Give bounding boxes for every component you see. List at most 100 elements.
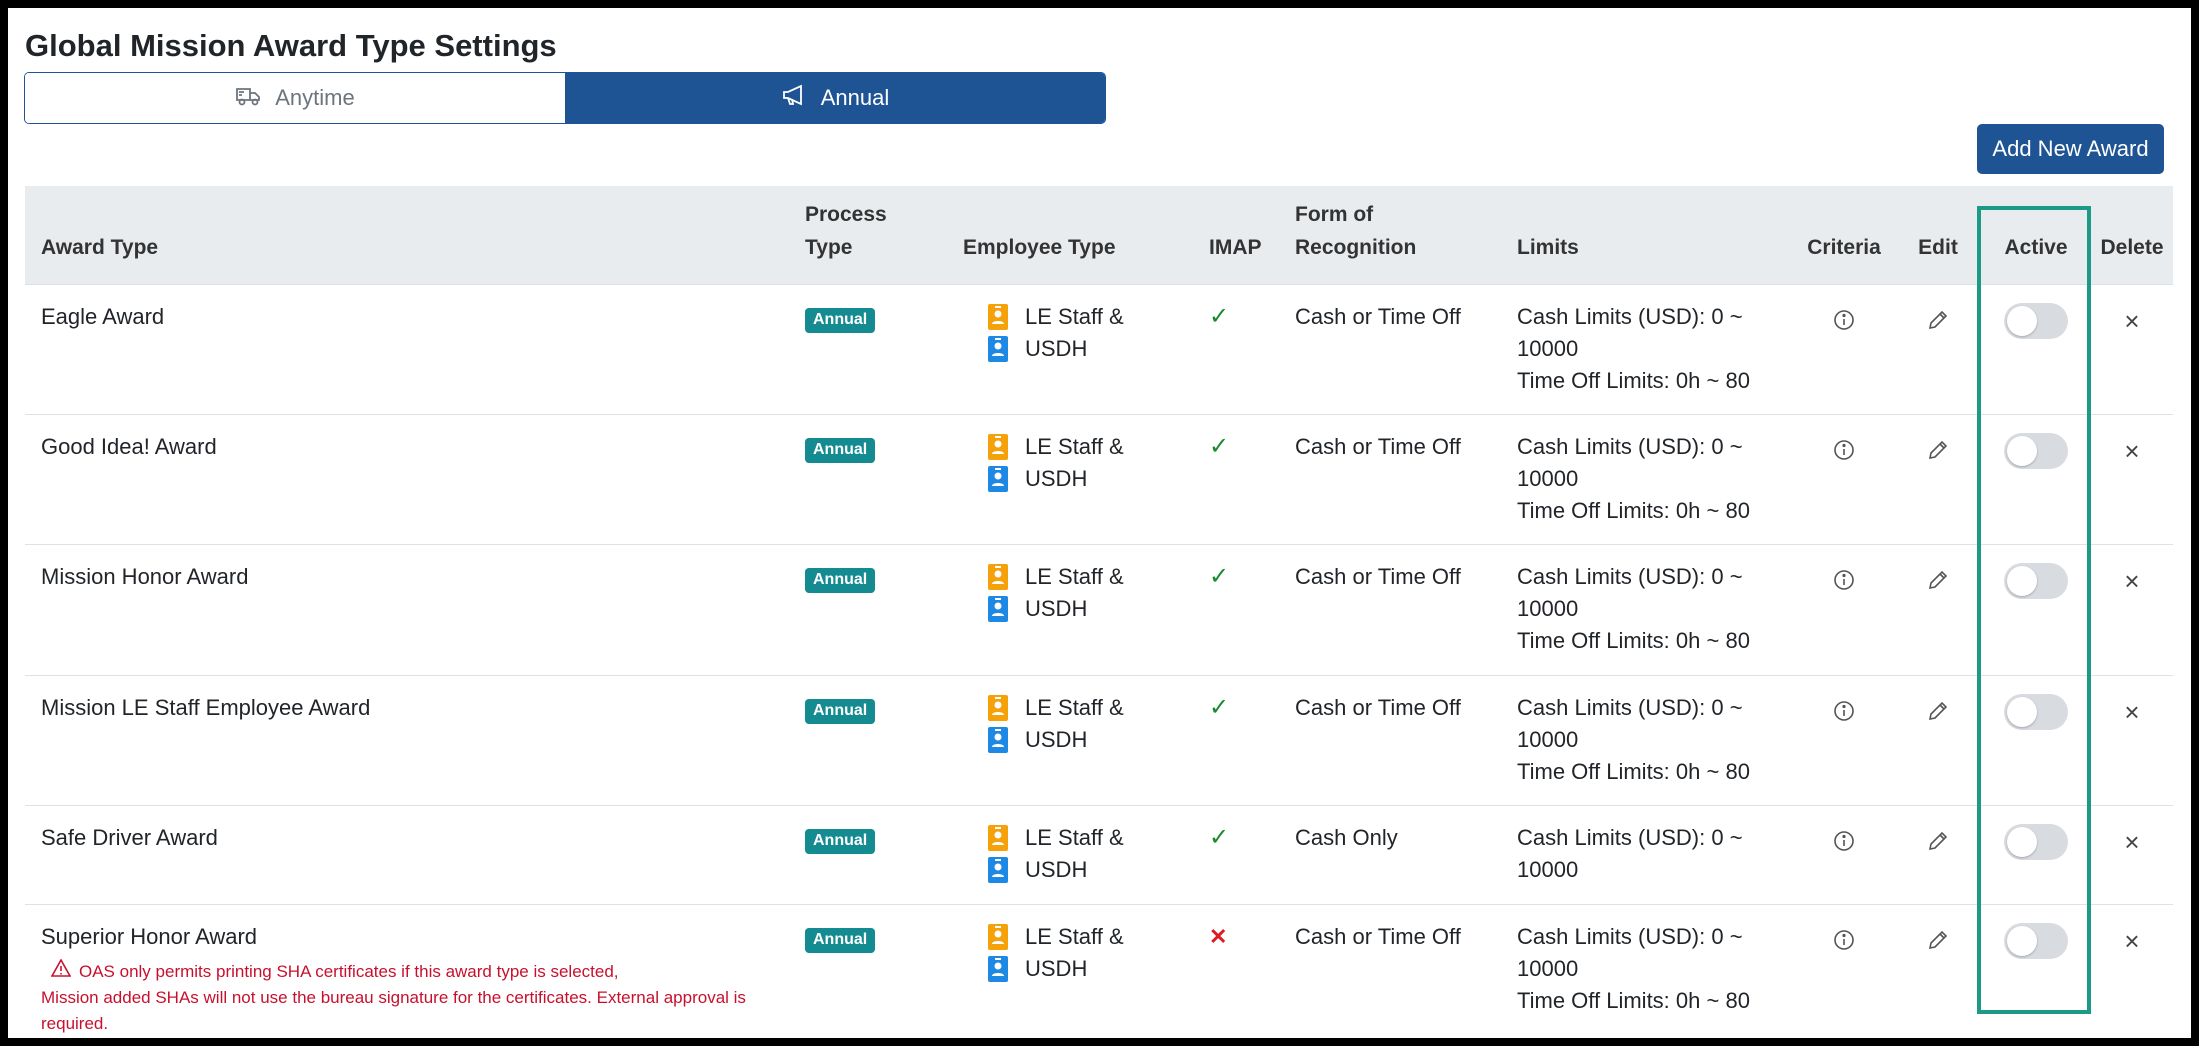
process-type-cell: Annual xyxy=(789,544,947,675)
usdh-badge-icon xyxy=(987,856,1009,884)
table-row: Superior Honor Award OAS only permits pr… xyxy=(25,904,2173,1037)
employee-type-line-1: LE Staff & xyxy=(1025,824,1124,850)
table-row: Safe Driver Award Annual LE Staff & USDH xyxy=(25,805,2173,904)
time-off-limits: Time Off Limits: 0h ~ 80 xyxy=(1517,497,1750,523)
active-cell xyxy=(1981,805,2091,904)
info-icon[interactable] xyxy=(1833,929,1855,951)
info-icon[interactable] xyxy=(1833,569,1855,591)
delete-cell: × xyxy=(2091,544,2173,675)
employee-type-line-2: USDH xyxy=(1025,595,1088,621)
megaphone-icon xyxy=(781,81,809,115)
process-type-badge: Annual xyxy=(805,828,876,854)
cash-limits-value: 10000 xyxy=(1517,465,1579,491)
limits-cell: Cash Limits (USD): 0 ~ 10000 Time Off Li… xyxy=(1501,544,1793,675)
form-of-recognition: Cash or Time Off xyxy=(1295,563,1461,589)
active-cell xyxy=(1981,904,2091,1037)
limits-cell: Cash Limits (USD): 0 ~ 10000 xyxy=(1501,805,1793,904)
process-type-cell: Annual xyxy=(789,414,947,544)
time-off-limits: Time Off Limits: 0h ~ 80 xyxy=(1517,367,1750,393)
criteria-cell xyxy=(1793,414,1895,544)
delete-cell: × xyxy=(2091,414,2173,544)
employee-type-cell: LE Staff & USDH xyxy=(947,675,1193,805)
active-toggle[interactable] xyxy=(2004,693,2068,730)
page-title: Global Mission Award Type Settings xyxy=(25,28,557,63)
active-toggle[interactable] xyxy=(2004,562,2068,599)
warning-message: OAS only permits printing SHA certificat… xyxy=(41,957,789,1037)
col-active: Active xyxy=(2004,235,2068,259)
imap-cell: ✓ xyxy=(1193,675,1279,805)
table-row: Good Idea! Award Annual LE Staff & USDH xyxy=(25,414,2173,544)
pencil-icon[interactable] xyxy=(1927,439,1949,461)
award-name: Good Idea! Award xyxy=(41,433,217,459)
delete-icon[interactable]: × xyxy=(2124,435,2139,467)
process-type-cell: Annual xyxy=(789,284,947,414)
cash-limits-value: 10000 xyxy=(1517,595,1579,621)
cash-limits-value: 10000 xyxy=(1517,955,1579,981)
imap-cell: ✕ xyxy=(1193,904,1279,1037)
form-of-recognition: Cash or Time Off xyxy=(1295,303,1461,329)
delete-cell: × xyxy=(2091,675,2173,805)
delete-icon[interactable]: × xyxy=(2124,565,2139,597)
employee-type-cell: LE Staff & USDH xyxy=(947,544,1193,675)
tab-anytime-label: Anytime xyxy=(275,85,355,110)
info-icon[interactable] xyxy=(1833,309,1855,331)
active-toggle[interactable] xyxy=(2004,302,2068,339)
warning-text-2: Mission added SHAs will not use the bure… xyxy=(41,987,746,1033)
pencil-icon[interactable] xyxy=(1927,309,1949,331)
table-row: Eagle Award Annual LE Staff & USDH ✓ Cas… xyxy=(25,284,2173,414)
tab-annual-label: Annual xyxy=(820,85,890,110)
info-icon[interactable] xyxy=(1833,700,1855,722)
le-staff-badge-icon xyxy=(987,923,1009,951)
employee-type-line-2: USDH xyxy=(1025,465,1088,491)
imap-status-icon: ✓ xyxy=(1209,302,1230,330)
delete-icon[interactable]: × xyxy=(2124,696,2139,728)
employee-type-line-2: USDH xyxy=(1025,335,1088,361)
imap-status-icon: ✓ xyxy=(1209,823,1230,851)
pencil-icon[interactable] xyxy=(1927,569,1949,591)
table-row: Mission LE Staff Employee Award Annual L… xyxy=(25,675,2173,805)
add-new-award-button[interactable]: Add New Award xyxy=(1977,124,2164,174)
tab-annual[interactable]: Annual xyxy=(565,73,1105,123)
delete-icon[interactable]: × xyxy=(2124,305,2139,337)
active-toggle[interactable] xyxy=(2004,432,2068,469)
edit-cell xyxy=(1895,284,1981,414)
info-icon[interactable] xyxy=(1833,830,1855,852)
delete-icon[interactable]: × xyxy=(2124,826,2139,858)
active-toggle[interactable] xyxy=(2004,823,2068,860)
delete-icon[interactable]: × xyxy=(2124,925,2139,957)
criteria-cell xyxy=(1793,805,1895,904)
le-staff-badge-icon xyxy=(987,433,1009,461)
award-name: Mission Honor Award xyxy=(41,563,249,589)
table-header: Award Type Process Type Employee Type IMA… xyxy=(25,186,2173,284)
info-icon[interactable] xyxy=(1833,439,1855,461)
delete-cell: × xyxy=(2091,904,2173,1037)
imap-cell: ✓ xyxy=(1193,284,1279,414)
employee-type-line-1: LE Staff & xyxy=(1025,923,1124,949)
pencil-icon[interactable] xyxy=(1927,929,1949,951)
cash-limits: Cash Limits (USD): 0 ~ xyxy=(1517,923,1743,949)
employee-type-line-1: LE Staff & xyxy=(1025,563,1124,589)
le-staff-badge-icon xyxy=(987,694,1009,722)
form-of-recognition: Cash or Time Off xyxy=(1295,923,1461,949)
process-type-cell: Annual xyxy=(789,675,947,805)
usdh-badge-icon xyxy=(987,955,1009,983)
le-staff-badge-icon xyxy=(987,824,1009,852)
delete-cell: × xyxy=(2091,805,2173,904)
limits-cell: Cash Limits (USD): 0 ~ 10000 Time Off Li… xyxy=(1501,675,1793,805)
active-toggle[interactable] xyxy=(2004,922,2068,959)
award-types-table: Award Type Process Type Employee Type IMA… xyxy=(25,186,2173,1037)
col-edit: Edit xyxy=(1918,235,1958,259)
col-employee-type: Employee Type xyxy=(963,235,1116,259)
active-cell xyxy=(1981,544,2091,675)
cash-limits: Cash Limits (USD): 0 ~ xyxy=(1517,433,1743,459)
pencil-icon[interactable] xyxy=(1927,830,1949,852)
limits-cell: Cash Limits (USD): 0 ~ 10000 Time Off Li… xyxy=(1501,414,1793,544)
award-cell: Mission Honor Award xyxy=(25,544,789,675)
cash-limits: Cash Limits (USD): 0 ~ xyxy=(1517,694,1743,720)
employee-type-line-2: USDH xyxy=(1025,955,1088,981)
tab-anytime[interactable]: Anytime xyxy=(25,73,565,123)
col-criteria: Criteria xyxy=(1807,235,1881,259)
col-award-type: Award Type xyxy=(41,235,159,259)
process-type-cell: Annual xyxy=(789,805,947,904)
pencil-icon[interactable] xyxy=(1927,700,1949,722)
